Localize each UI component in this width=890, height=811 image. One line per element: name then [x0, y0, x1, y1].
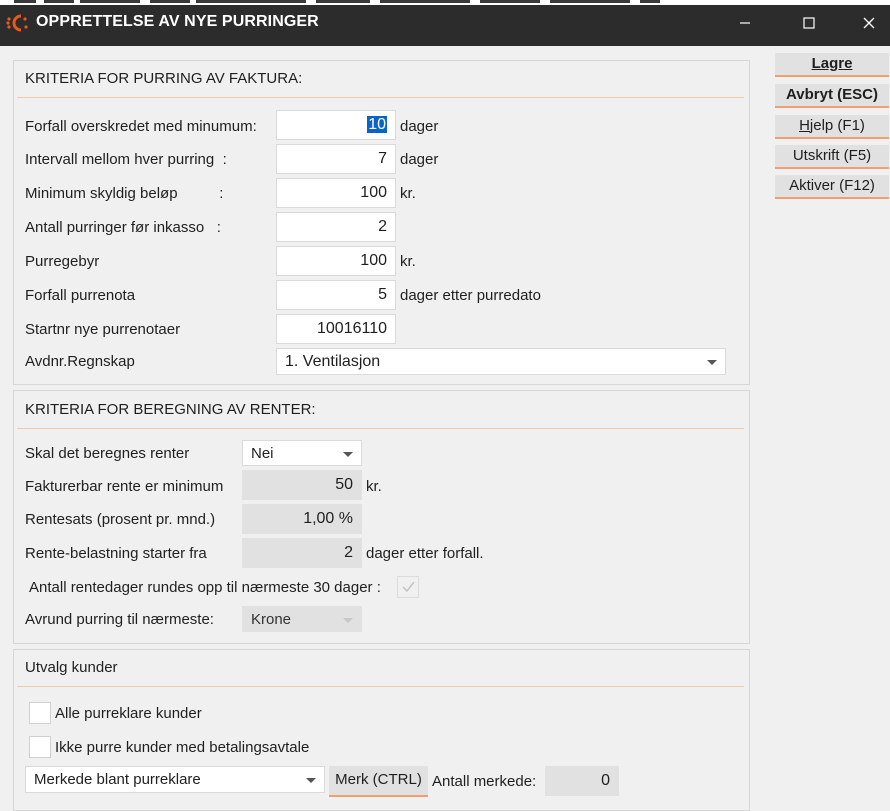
print-button[interactable]: Utskrift (F5) [775, 145, 889, 169]
round-to-select[interactable]: Krone [242, 606, 362, 632]
divider [17, 97, 744, 98]
interval-unit: dager [400, 151, 439, 168]
due-notice-unit: dager etter purredato [400, 287, 541, 304]
maximize-button[interactable] [786, 8, 832, 38]
interest-criteria-title: KRITERIA FOR BEREGNING AV RENTER: [25, 401, 316, 418]
min-amount-input[interactable]: 100 [276, 178, 396, 208]
customer-selection-title: Utvalg kunder [25, 659, 118, 676]
min-amount-unit: kr. [400, 185, 416, 202]
all-customers-label: Alle purreklare kunder [55, 705, 202, 722]
department-label: Avdnr.Regnskap [25, 353, 135, 370]
round-to-value: Krone [251, 611, 292, 628]
minimize-icon [739, 17, 751, 29]
exclude-agreement-label: Ikke purre kunder med betalingsavtale [55, 739, 310, 756]
min-interest-input[interactable]: 50 [242, 470, 362, 500]
department-select[interactable]: 1. Ventilasjon [276, 348, 726, 375]
department-value: 1. Ventilasjon [285, 353, 381, 370]
min-interest-label: Fakturerbar rente er minimum [25, 478, 224, 495]
round-days-label: Antall rentedager rundes opp til nærmest… [29, 579, 381, 596]
checkmark-icon [398, 577, 418, 597]
divider [17, 428, 744, 429]
title-bar: OPPRETTELSE AV NYE PURRINGER [0, 0, 890, 46]
app-logo-icon [6, 13, 30, 33]
cancel-label: Avbryt (ESC) [786, 86, 878, 103]
due-notice-label: Forfall purrenota [25, 287, 136, 304]
start-no-input[interactable]: 10016110 [276, 314, 396, 344]
invoice-criteria-title: KRITERIA FOR PURRING AV FAKTURA: [25, 70, 303, 87]
rate-input[interactable]: 1,00 % [242, 504, 362, 534]
help-label: jelp (F1) [809, 117, 865, 134]
overdue-min-unit: dager [400, 118, 439, 135]
maximize-icon [803, 17, 815, 29]
exclude-agreement-checkbox[interactable] [29, 736, 51, 758]
chevron-down-icon [343, 452, 353, 457]
count-before-collection-label: Antall purringer før inkasso : [25, 219, 221, 236]
chevron-down-icon [707, 360, 717, 365]
overdue-min-input[interactable]: 10 [276, 110, 396, 140]
help-button[interactable]: Hjelp (F1) [775, 115, 889, 139]
chevron-down-icon [306, 778, 316, 783]
fee-input[interactable]: 100 [276, 246, 396, 276]
overdue-min-label: Forfall overskredet med minumum: [25, 118, 257, 135]
round-to-label: Avrund purring til nærmeste: [25, 611, 214, 628]
close-button[interactable] [846, 8, 890, 38]
activate-button[interactable]: Aktiver (F12) [775, 175, 889, 199]
due-notice-input[interactable]: 5 [276, 280, 396, 310]
activate-label: Aktiver (F12) [789, 177, 875, 194]
filter-select[interactable]: Merkede blant purreklare [25, 766, 325, 793]
window-title: OPPRETTELSE AV NYE PURRINGER [36, 13, 319, 30]
marked-count-label: Antall merkede: [432, 773, 537, 790]
start-from-input[interactable]: 2 [242, 538, 362, 568]
count-before-collection-input[interactable]: 2 [276, 212, 396, 242]
min-interest-unit: kr. [366, 478, 382, 495]
start-from-label: Rente-belastning starter fra [25, 545, 207, 562]
background-strip [0, 0, 890, 5]
chevron-down-icon [343, 618, 353, 623]
calc-interest-value: Nei [251, 445, 274, 462]
start-from-unit: dager etter forfall. [366, 545, 484, 562]
interval-label: Intervall mellom hver purring : [25, 151, 227, 168]
minimize-button[interactable] [722, 8, 768, 38]
calc-interest-label: Skal det beregnes renter [25, 445, 190, 462]
calc-interest-select[interactable]: Nei [242, 440, 362, 466]
min-amount-label: Minimum skyldig beløp : [25, 185, 224, 202]
print-label: Utskrift (F5) [792, 147, 872, 164]
overdue-min-value: 10 [367, 116, 387, 133]
marked-count-value: 0 [545, 766, 619, 796]
mark-button[interactable]: Merk (CTRL) [329, 766, 428, 797]
interval-input[interactable]: 7 [276, 144, 396, 174]
filter-value: Merkede blant purreklare [34, 771, 201, 788]
round-days-checkbox[interactable] [397, 576, 419, 598]
cancel-button[interactable]: Avbryt (ESC) [775, 84, 889, 108]
fee-label: Purregebyr [25, 253, 100, 270]
fee-unit: kr. [400, 253, 416, 270]
close-icon [863, 17, 875, 29]
rate-label: Rentesats (prosent pr. mnd.) [25, 511, 216, 528]
mark-button-label: Merk (CTRL) [335, 771, 422, 788]
all-customers-checkbox[interactable] [29, 702, 51, 724]
divider [17, 686, 744, 687]
save-button[interactable]: Lagre [775, 53, 889, 77]
help-label-mnemonic: H [799, 117, 810, 134]
save-label: Lagre [811, 55, 853, 72]
start-no-label: Startnr nye purrenotaer [25, 321, 181, 338]
